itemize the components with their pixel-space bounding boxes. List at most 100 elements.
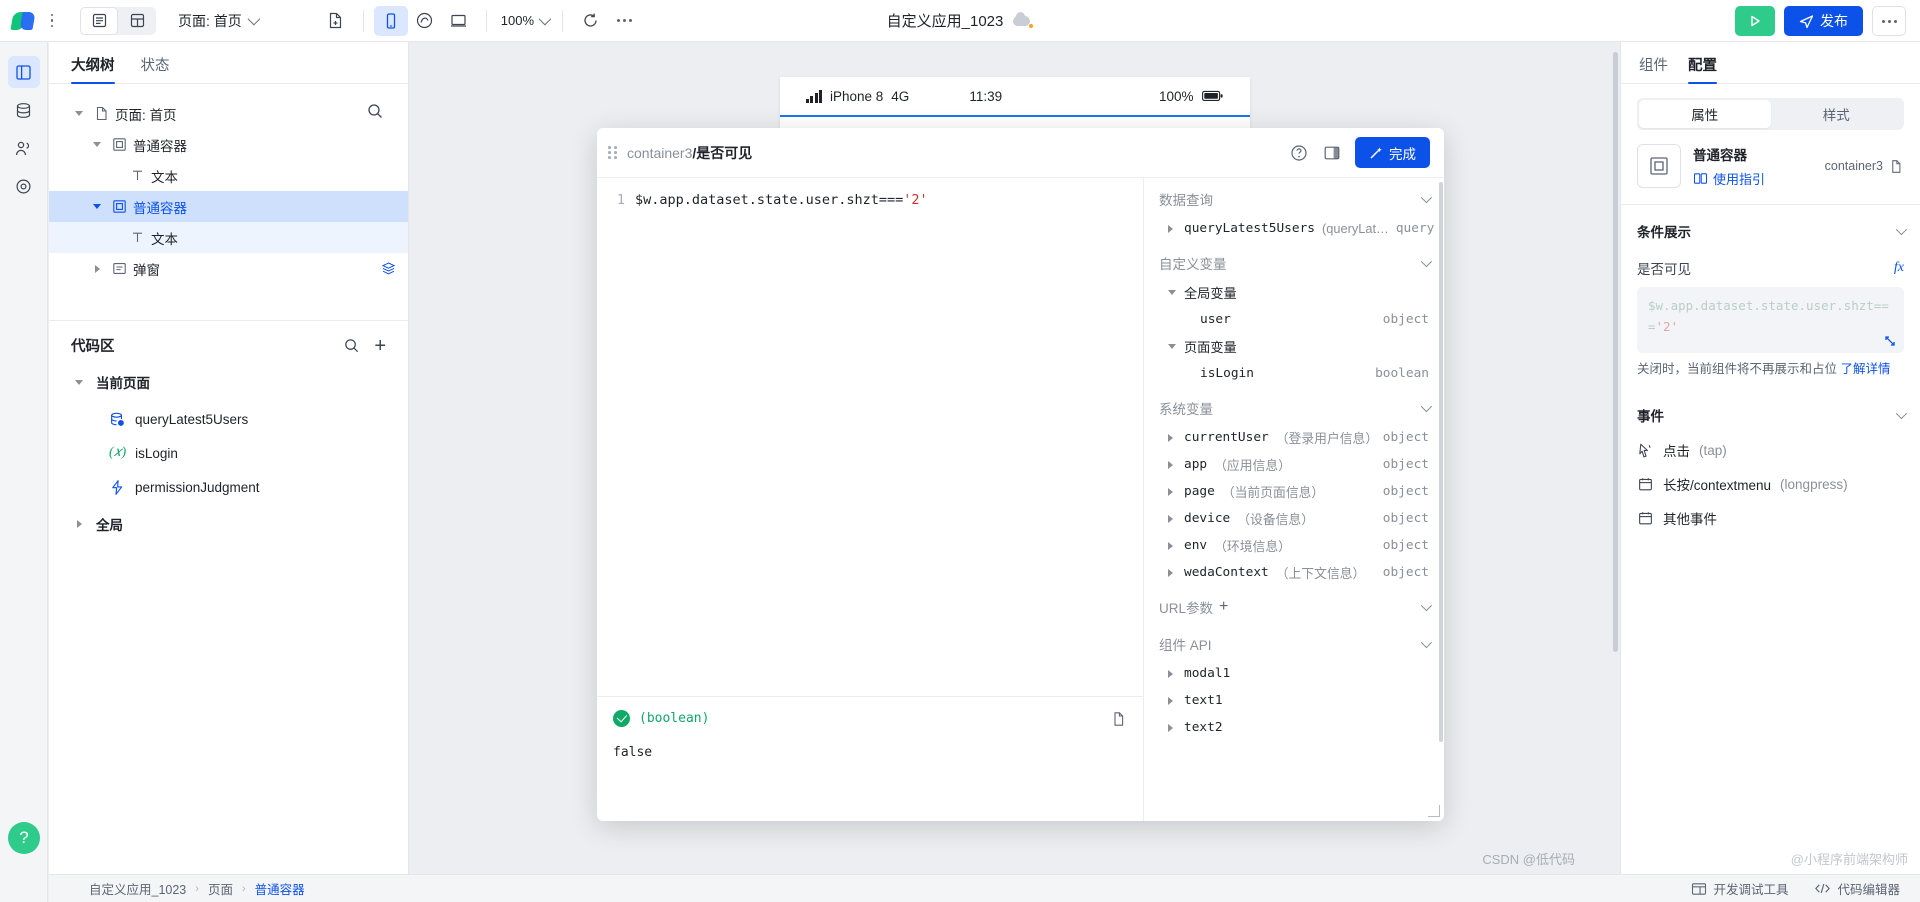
variable-list-scrollbar[interactable] xyxy=(1439,182,1443,742)
fx-button[interactable]: fx xyxy=(1894,260,1904,276)
caret-right-icon[interactable] xyxy=(1168,514,1177,523)
expand-toggle[interactable] xyxy=(89,264,105,273)
caret-right-icon[interactable] xyxy=(1168,541,1177,550)
caret-right-icon[interactable] xyxy=(1168,224,1177,233)
code-search-button[interactable] xyxy=(343,337,360,354)
expand-toggle[interactable] xyxy=(89,142,105,147)
tree-node-page[interactable]: 页面: 首页 xyxy=(49,98,408,129)
variable-section-header[interactable]: 数据查询 xyxy=(1144,178,1444,215)
variable-row[interactable]: text1 xyxy=(1144,687,1444,714)
zoom-selector[interactable]: 100% xyxy=(497,12,552,28)
expand-toggle[interactable] xyxy=(89,204,105,209)
grid-view-button[interactable] xyxy=(118,7,156,35)
canvas-scrollbar[interactable] xyxy=(1613,52,1618,652)
rail-item-settings[interactable] xyxy=(8,170,40,202)
caret-right-icon[interactable] xyxy=(1168,723,1177,732)
variable-row[interactable]: modal1 xyxy=(1144,660,1444,687)
tree-search-button[interactable] xyxy=(366,102,384,120)
stack-icon[interactable] xyxy=(380,261,396,277)
caret-down-icon[interactable] xyxy=(1168,290,1177,295)
code-item-variable[interactable]: (𝑥) isLogin xyxy=(49,436,408,470)
variable-tree-column[interactable]: 数据查询 queryLatest5Users (queryLat… query 自定义变… xyxy=(1144,178,1444,821)
variable-row[interactable]: app （应用信息） object xyxy=(1144,451,1444,478)
variable-section-header[interactable]: 系统变量 xyxy=(1144,387,1444,424)
code-item-query[interactable]: queryLatest5Users xyxy=(49,402,408,436)
tab-state[interactable]: 状态 xyxy=(141,54,170,83)
tab-configuration[interactable]: 配置 xyxy=(1688,54,1717,84)
segment-styles[interactable]: 样式 xyxy=(1771,100,1903,128)
variable-section-header[interactable]: 组件 API xyxy=(1144,623,1444,660)
expand-toggle[interactable] xyxy=(71,520,87,528)
drag-grip-icon[interactable] xyxy=(608,146,617,159)
publish-button[interactable]: 发布 xyxy=(1784,6,1863,36)
variable-row[interactable]: isLogin boolean xyxy=(1144,360,1444,387)
breadcrumb-component[interactable]: 普通容器 xyxy=(255,879,305,898)
code-item-function[interactable]: permissionJudgment xyxy=(49,470,408,504)
refresh-button[interactable] xyxy=(573,6,607,36)
desktop-preview-button[interactable] xyxy=(442,6,476,36)
header-more-button[interactable] xyxy=(1872,6,1906,36)
variable-row[interactable]: page （当前页面信息） object xyxy=(1144,478,1444,505)
tab-components[interactable]: 组件 xyxy=(1639,54,1668,83)
rail-item-data[interactable] xyxy=(8,94,40,126)
visibility-expression-input[interactable]: $w.app.dataset.state.user.shzt==='2' xyxy=(1637,287,1904,354)
done-button[interactable]: 完成 xyxy=(1355,137,1430,168)
caret-right-icon[interactable] xyxy=(1168,433,1177,442)
mini-program-preview-button[interactable] xyxy=(408,6,442,36)
breadcrumb-app[interactable]: 自定义应用_1023 xyxy=(89,879,186,898)
devtools-button[interactable]: 开发调试工具 xyxy=(1691,879,1788,898)
copy-result-button[interactable] xyxy=(1111,711,1127,727)
variable-row[interactable]: device （设备信息） object xyxy=(1144,505,1444,532)
variable-row[interactable]: queryLatest5Users (queryLat… query xyxy=(1144,215,1444,242)
rail-item-pages[interactable] xyxy=(7,56,40,88)
help-button[interactable]: ? xyxy=(8,822,40,854)
tab-outline-tree[interactable]: 大纲树 xyxy=(71,54,115,84)
events-section-header[interactable]: 事件 xyxy=(1637,405,1908,425)
outline-view-button[interactable] xyxy=(80,6,118,35)
caret-right-icon[interactable] xyxy=(1168,669,1177,678)
variable-row[interactable]: text2 xyxy=(1144,714,1444,741)
usage-guide-link[interactable]: 使用指引 xyxy=(1693,169,1765,188)
variable-row[interactable]: wedaContext （上下文信息） object xyxy=(1144,559,1444,586)
variable-row[interactable]: user object xyxy=(1144,306,1444,333)
help-circle-icon[interactable] xyxy=(1289,143,1309,163)
learn-more-link[interactable]: 了解详情 xyxy=(1840,362,1890,376)
add-url-param-button[interactable]: + xyxy=(1219,598,1228,616)
breadcrumb-page[interactable]: 页面 xyxy=(208,879,233,898)
expand-toggle[interactable] xyxy=(71,379,87,385)
code-group-global[interactable]: 全局 xyxy=(49,504,408,544)
caret-right-icon[interactable] xyxy=(1168,487,1177,496)
caret-right-icon[interactable] xyxy=(1168,460,1177,469)
event-row-tap[interactable]: 点击 (tap) xyxy=(1637,433,1904,467)
toolbar-more-button[interactable] xyxy=(607,6,641,36)
tree-node-container-1[interactable]: 普通容器 xyxy=(49,129,408,160)
modal-resize-handle[interactable] xyxy=(1428,805,1440,817)
tree-node-text-1[interactable]: 文本 xyxy=(49,160,408,191)
page-selector[interactable]: 页面: 首页 xyxy=(178,11,261,31)
tree-node-text-2[interactable]: 文本 xyxy=(49,222,408,253)
new-page-button[interactable] xyxy=(319,6,353,36)
variable-group-row[interactable]: 页面变量 xyxy=(1144,333,1444,360)
code-add-button[interactable]: + xyxy=(374,336,386,356)
variable-group-row[interactable]: 全局变量 xyxy=(1144,279,1444,306)
mobile-preview-button[interactable] xyxy=(373,5,408,36)
code-editor-button[interactable]: 代码编辑器 xyxy=(1814,879,1900,898)
app-menu-icon[interactable] xyxy=(44,13,60,28)
variable-row[interactable]: env （环境信息） object xyxy=(1144,532,1444,559)
caret-right-icon[interactable] xyxy=(1168,696,1177,705)
copy-id-button[interactable] xyxy=(1889,159,1904,174)
variable-row[interactable]: currentUser （登录用户信息） object xyxy=(1144,424,1444,451)
rail-item-users[interactable] xyxy=(8,132,40,164)
event-row-other[interactable]: 其他事件 xyxy=(1637,501,1904,535)
expand-icon[interactable] xyxy=(1883,334,1897,348)
caret-right-icon[interactable] xyxy=(1168,568,1177,577)
expand-toggle[interactable] xyxy=(71,111,87,116)
tree-node-container-3[interactable]: 普通容器 xyxy=(49,191,408,222)
code-group-current-page[interactable]: 当前页面 xyxy=(49,362,408,402)
caret-down-icon[interactable] xyxy=(1168,344,1177,349)
run-button[interactable] xyxy=(1735,6,1775,36)
variable-section-header[interactable]: URL参数 + xyxy=(1144,586,1444,623)
segment-properties[interactable]: 属性 xyxy=(1639,100,1771,128)
code-editor[interactable]: 1 $w.app.dataset.state.user.shzt==='2' xyxy=(597,178,1143,696)
variable-section-header[interactable]: 自定义变量 xyxy=(1144,242,1444,279)
